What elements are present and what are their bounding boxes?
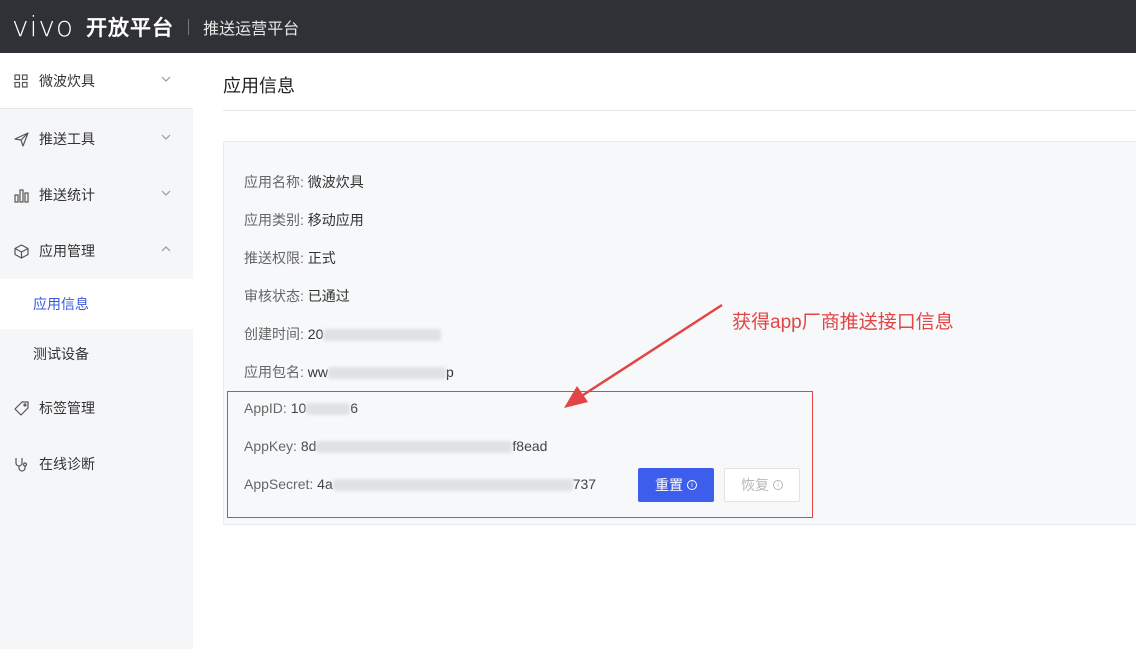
send-icon bbox=[13, 131, 29, 147]
sidebar-item-label: 在线诊断 bbox=[39, 456, 95, 472]
field-package-name: 应用包名: ww p bbox=[244, 362, 454, 382]
sidebar-item-app-name[interactable]: 微波炊具 bbox=[0, 53, 193, 109]
field-value-end: p bbox=[446, 364, 454, 380]
field-value: 微波炊具 bbox=[307, 174, 364, 190]
chevron-down-icon bbox=[161, 134, 171, 140]
field-push-permission: 推送权限: 正式 bbox=[244, 248, 336, 268]
field-label: 应用包名: bbox=[244, 364, 304, 380]
field-app-name: 应用名称: 微波炊具 bbox=[244, 172, 364, 192]
sidebar-item-label: 推送工具 bbox=[39, 131, 95, 147]
sidebar-item-label: 微波炊具 bbox=[39, 72, 95, 89]
redacted-value bbox=[328, 367, 447, 380]
field-label: 审核状态: bbox=[244, 288, 304, 304]
sidebar-item-label: 推送统计 bbox=[39, 187, 95, 203]
field-label: 推送权限: bbox=[244, 250, 304, 266]
sidebar-subitem-app-info[interactable]: 应用信息 bbox=[0, 279, 193, 329]
field-value: 正式 bbox=[307, 250, 336, 266]
grid-icon bbox=[13, 73, 29, 89]
push-platform-title[interactable]: 推送运营平台 bbox=[203, 15, 299, 39]
bar-chart-icon bbox=[13, 187, 29, 203]
field-label: 应用类别: bbox=[244, 212, 304, 228]
sidebar-item-tag-management[interactable]: 标签管理 bbox=[0, 380, 193, 436]
chevron-down-icon bbox=[161, 190, 171, 196]
field-value-start: ww bbox=[307, 364, 329, 380]
redacted-value bbox=[323, 329, 442, 342]
chevron-up-icon bbox=[161, 246, 171, 252]
field-app-category: 应用类别: 移动应用 bbox=[244, 210, 364, 230]
open-platform-title[interactable]: 开放平台 bbox=[86, 12, 174, 42]
field-value: 已通过 bbox=[307, 288, 350, 304]
field-value-start: 20 bbox=[307, 326, 324, 342]
cube-icon bbox=[13, 243, 29, 259]
sidebar-item-online-diagnosis[interactable]: 在线诊断 bbox=[0, 436, 193, 492]
header-divider bbox=[188, 18, 190, 35]
sidebar-item-app-management[interactable]: 应用管理 bbox=[0, 223, 193, 279]
annotation-text: 获得app厂商推送接口信息 bbox=[732, 312, 954, 333]
top-navbar: vivo 开放平台 推送运营平台 bbox=[0, 0, 1136, 53]
sidebar-item-label: 标签管理 bbox=[39, 400, 95, 416]
field-value: 移动应用 bbox=[307, 212, 364, 228]
sidebar-subitem-label: 测试设备 bbox=[33, 346, 89, 362]
chevron-down-icon bbox=[161, 76, 171, 82]
field-review-status: 审核状态: 已通过 bbox=[244, 286, 350, 306]
field-label: 创建时间: bbox=[244, 326, 304, 342]
sidebar-subitem-test-devices[interactable]: 测试设备 bbox=[0, 329, 193, 379]
title-divider bbox=[223, 110, 1136, 111]
field-label: 应用名称: bbox=[244, 174, 304, 190]
sidebar-subitem-label: 应用信息 bbox=[33, 296, 89, 312]
vivo-logo[interactable]: vivo bbox=[12, 10, 74, 43]
sidebar-item-label: 应用管理 bbox=[39, 243, 95, 259]
annotation-highlight-box bbox=[227, 391, 813, 518]
page-title: 应用信息 bbox=[223, 76, 295, 96]
field-created-time: 创建时间: 20 bbox=[244, 324, 442, 344]
stethoscope-icon bbox=[13, 456, 29, 472]
sidebar-item-push-stats[interactable]: 推送统计 bbox=[0, 167, 193, 223]
tag-icon bbox=[13, 400, 29, 416]
sidebar: 微波炊具 推送工具 推送统计 应用管理 应用信息 测试设备 标签管理 在线诊断 bbox=[0, 53, 193, 649]
sidebar-item-push-tools[interactable]: 推送工具 bbox=[0, 111, 193, 167]
